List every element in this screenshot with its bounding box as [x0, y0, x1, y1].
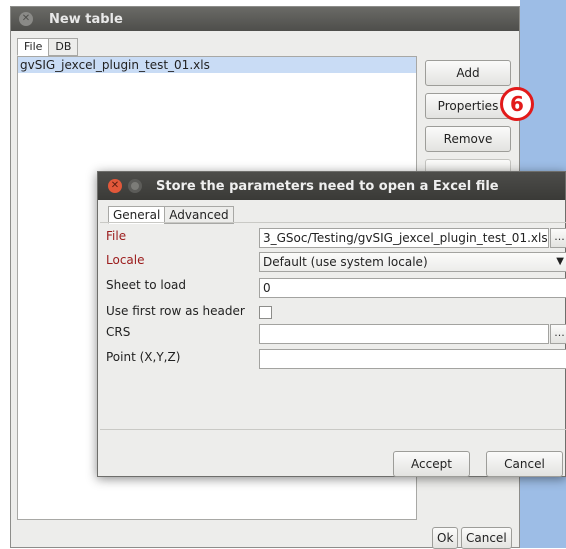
- locale-value: Default (use system locale): [263, 255, 428, 269]
- minimize-icon[interactable]: [128, 179, 142, 193]
- file-input[interactable]: 3_GSoc/Testing/gvSIG_jexcel_plugin_test_…: [259, 228, 549, 248]
- chevron-down-icon: ▼: [556, 256, 564, 267]
- crs-input[interactable]: [259, 324, 549, 344]
- properties-button[interactable]: Properties: [425, 93, 511, 119]
- window-title: New table: [49, 11, 123, 27]
- locale-select[interactable]: Default (use system locale) ▼: [259, 252, 566, 272]
- excel-parameters-dialog: ✕ Store the parameters need to open a Ex…: [97, 171, 566, 477]
- point-input[interactable]: [259, 349, 566, 369]
- browse-crs-button[interactable]: ...: [550, 324, 566, 344]
- close-icon[interactable]: ✕: [19, 12, 33, 26]
- first-row-header-label: Use first row as header: [106, 304, 245, 318]
- first-row-header-checkbox[interactable]: [259, 306, 272, 319]
- locale-label: Locale: [106, 253, 145, 267]
- callout-number: 6: [500, 87, 534, 121]
- sheet-label: Sheet to load: [106, 278, 187, 292]
- ok-button[interactable]: Ok: [432, 527, 459, 549]
- tab-db[interactable]: DB: [48, 38, 79, 56]
- dialog-cancel-button[interactable]: Cancel: [486, 451, 563, 477]
- close-icon[interactable]: ✕: [108, 179, 122, 193]
- accept-button[interactable]: Accept: [393, 451, 470, 477]
- point-label: Point (X,Y,Z): [106, 350, 181, 364]
- dialog-titlebar: ✕ Store the parameters need to open a Ex…: [98, 172, 565, 200]
- cancel-button[interactable]: Cancel: [461, 527, 512, 549]
- add-button[interactable]: Add: [425, 60, 511, 86]
- dialog-title: Store the parameters need to open a Exce…: [156, 178, 499, 194]
- browse-file-button[interactable]: ...: [550, 228, 566, 248]
- crs-label: CRS: [106, 325, 131, 339]
- new-table-titlebar: ✕ New table: [11, 7, 519, 31]
- sheet-input[interactable]: 0: [259, 278, 566, 298]
- general-panel: File 3_GSoc/Testing/gvSIG_jexcel_plugin_…: [100, 222, 566, 430]
- list-item[interactable]: gvSIG_jexcel_plugin_test_01.xls: [18, 57, 416, 73]
- outer-tabs: File DB: [17, 38, 79, 56]
- remove-button[interactable]: Remove: [425, 126, 511, 152]
- tab-file[interactable]: File: [17, 38, 50, 56]
- file-label: File: [106, 229, 127, 243]
